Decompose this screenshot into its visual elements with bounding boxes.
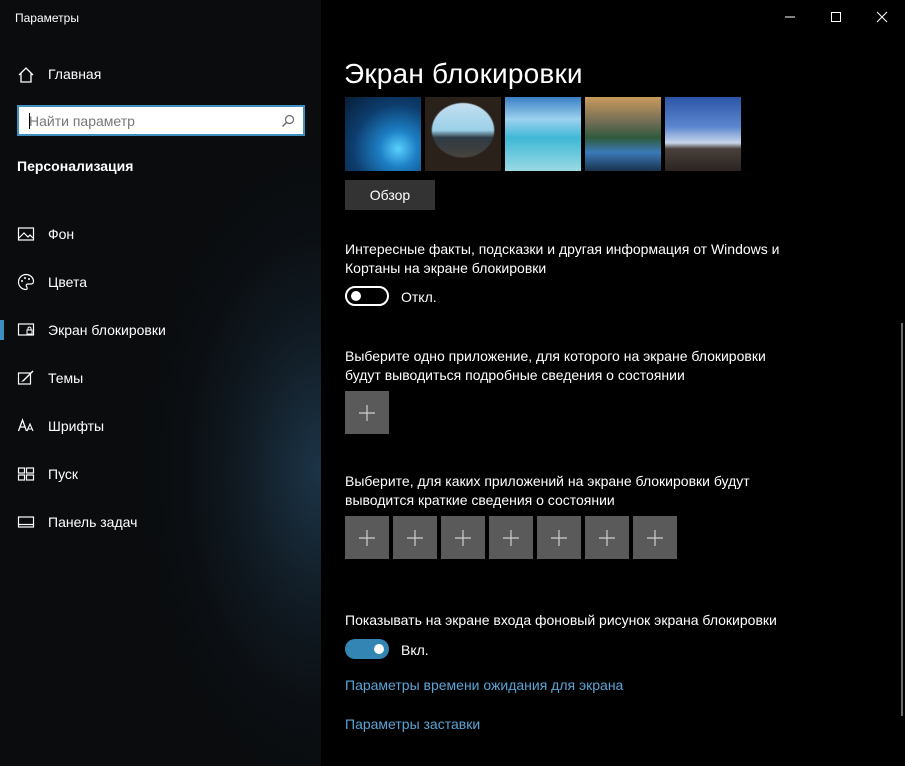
text-caret (29, 113, 30, 129)
add-quick-app-button[interactable] (489, 516, 533, 559)
sidebar-item-start[interactable]: Пуск (0, 450, 321, 498)
browse-button[interactable]: Обзор (345, 180, 435, 210)
sidebar-item-label: Фон (48, 226, 75, 242)
background-thumbnails (345, 97, 745, 171)
fun-facts-toggle-label: Откл. (401, 289, 437, 305)
background-thumbnail[interactable] (345, 97, 421, 171)
picture-icon (17, 227, 35, 241)
sidebar-item-taskbar[interactable]: Панель задач (0, 498, 321, 546)
sidebar-item-lock-screen[interactable]: Экран блокировки (0, 306, 321, 354)
signin-background-description: Показывать на экране входа фоновый рисун… (345, 612, 777, 628)
search-icon[interactable] (281, 114, 295, 128)
sidebar-item-label: Цвета (48, 274, 87, 290)
detailed-status-description: Выберите одно приложение, для которого н… (345, 348, 766, 383)
screensaver-settings-link[interactable]: Параметры заставки (345, 716, 480, 732)
start-icon (17, 467, 35, 481)
nav-list: Фон Цвета Экран блокировки Темы Шрифты П… (0, 210, 321, 546)
sidebar-item-fonts[interactable]: Шрифты (0, 402, 321, 450)
add-quick-app-button[interactable] (633, 516, 677, 559)
fun-facts-toggle[interactable] (345, 286, 389, 306)
quick-status-description: Выберите, для каких приложений на экране… (345, 473, 750, 508)
search-box[interactable] (17, 105, 305, 136)
add-quick-app-button[interactable] (585, 516, 629, 559)
background-thumbnail[interactable] (505, 97, 581, 171)
nav-home-label: Главная (48, 66, 102, 82)
background-thumbnail[interactable] (425, 97, 501, 171)
add-quick-app-button[interactable] (441, 516, 485, 559)
signin-background-toggle-label: Вкл. (401, 642, 429, 658)
toggle-knob (374, 644, 384, 654)
app-title: Параметры (15, 11, 79, 25)
search-input[interactable] (19, 107, 269, 134)
sidebar-item-background[interactable]: Фон (0, 210, 321, 258)
screen-timeout-settings-link[interactable]: Параметры времени ожидания для экрана (345, 677, 623, 693)
plus-icon (503, 530, 519, 546)
detailed-status-slots (345, 391, 393, 434)
add-quick-app-button[interactable] (345, 516, 389, 559)
sidebar-item-label: Темы (48, 370, 84, 386)
fun-facts-description: Интересные факты, подсказки и другая инф… (345, 241, 780, 276)
signin-background-toggle[interactable] (345, 639, 389, 659)
maximize-button[interactable] (813, 0, 859, 32)
quick-status-slots (345, 516, 681, 559)
sidebar-item-colors[interactable]: Цвета (0, 258, 321, 306)
plus-icon (647, 530, 663, 546)
add-quick-app-button[interactable] (393, 516, 437, 559)
maximize-icon (831, 12, 841, 22)
page-title: Экран блокировки (344, 58, 583, 89)
plus-icon (359, 530, 375, 546)
add-detailed-app-button[interactable] (345, 391, 389, 434)
plus-icon (455, 530, 471, 546)
sidebar-item-label: Экран блокировки (48, 322, 166, 338)
background-thumbnail[interactable] (665, 97, 741, 171)
plus-icon (407, 530, 423, 546)
toggle-knob (351, 291, 361, 301)
minimize-icon (785, 16, 795, 18)
home-icon (18, 67, 34, 83)
themes-icon (17, 370, 34, 385)
add-quick-app-button[interactable] (537, 516, 581, 559)
nav-home[interactable]: Главная (0, 58, 321, 90)
main-content: Экран блокировки Обзор Интересные факты,… (321, 0, 905, 766)
sidebar-item-label: Пуск (48, 466, 79, 482)
palette-icon (17, 273, 35, 291)
taskbar-icon (17, 516, 35, 528)
fonts-icon (17, 418, 34, 432)
section-title: Персонализация (17, 158, 134, 174)
sidebar-item-label: Панель задач (48, 514, 138, 530)
sidebar: Параметры Главная Персонализация Фон (0, 0, 321, 766)
plus-icon (599, 530, 615, 546)
sidebar-item-label: Шрифты (48, 418, 105, 434)
plus-icon (551, 530, 567, 546)
close-button[interactable] (859, 0, 905, 32)
active-indicator (0, 320, 4, 340)
window-controls (767, 0, 905, 32)
plus-icon (359, 405, 375, 421)
close-icon (876, 11, 888, 23)
scrollbar[interactable] (901, 323, 903, 716)
sidebar-item-themes[interactable]: Темы (0, 354, 321, 402)
lock-screen-icon (17, 323, 35, 336)
minimize-button[interactable] (767, 0, 813, 32)
background-thumbnail[interactable] (585, 97, 661, 171)
